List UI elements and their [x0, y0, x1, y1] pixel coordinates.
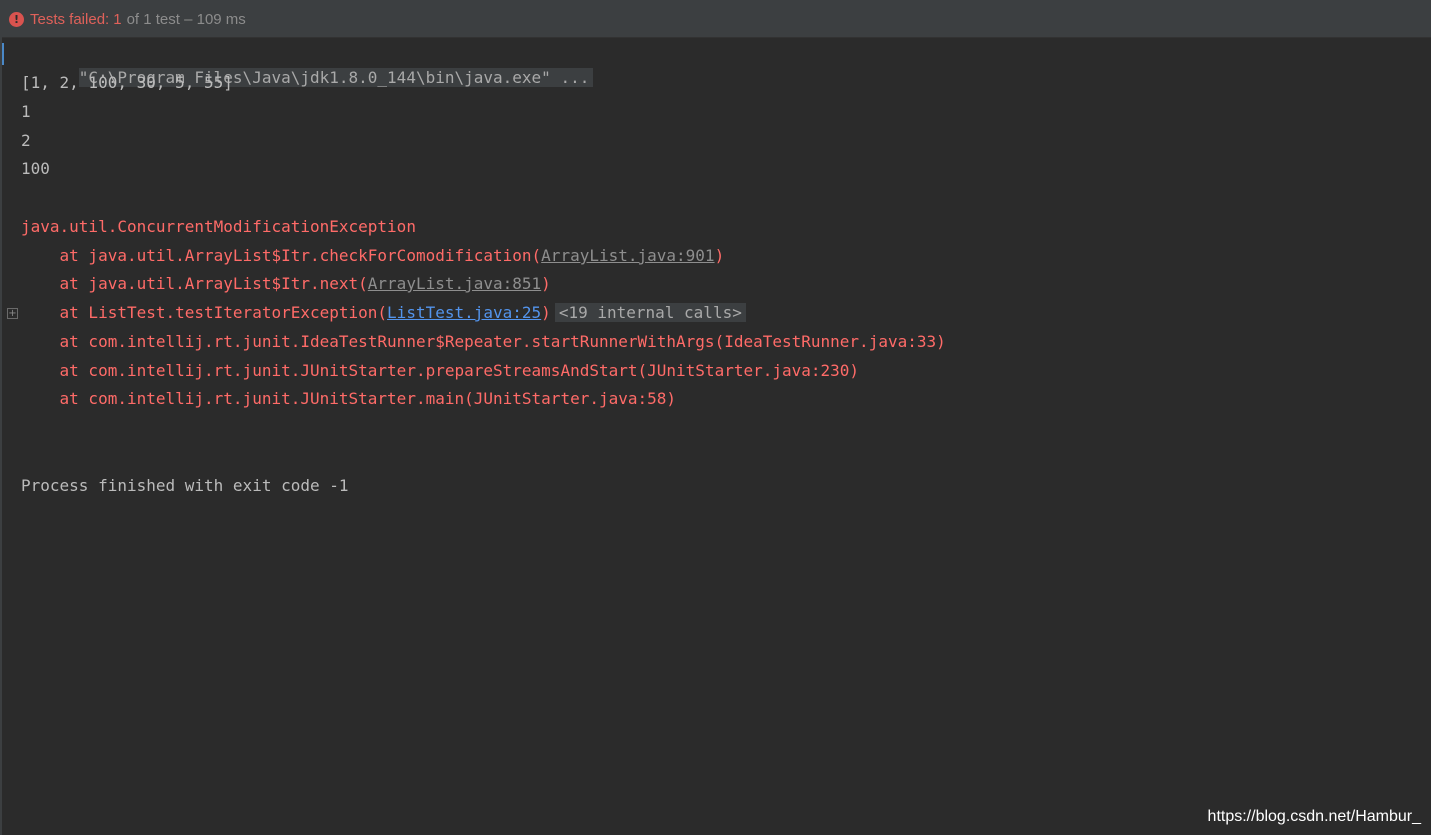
- trace-text: at ListTest.testIteratorException(: [21, 303, 388, 322]
- expand-fold-icon[interactable]: +: [7, 308, 18, 319]
- command-line[interactable]: "C:\Program Files\Java\jdk1.8.0_144\bin\…: [21, 42, 594, 87]
- source-link[interactable]: ArrayList.java:851: [368, 274, 541, 293]
- trace-text: ): [541, 303, 551, 322]
- console-output[interactable]: "C:\Program Files\Java\jdk1.8.0_144\bin\…: [2, 39, 1431, 835]
- internal-calls-fold[interactable]: <19 internal calls>: [554, 303, 746, 322]
- stack-trace-line: at com.intellij.rt.junit.JUnitStarter.pr…: [21, 361, 860, 380]
- watermark: https://blog.csdn.net/Hambur_: [1207, 808, 1421, 825]
- trace-text: ): [714, 246, 725, 265]
- status-summary: of 1 test – 109 ms: [126, 11, 246, 28]
- output-line: 100: [21, 159, 50, 178]
- source-link[interactable]: ListTest.java:25: [387, 303, 541, 322]
- output-line: 1: [21, 102, 31, 121]
- output-line: [1, 2, 100, 30, 5, 55]: [21, 73, 233, 92]
- trace-text: ): [541, 274, 551, 293]
- status-label: Tests failed:: [30, 11, 110, 28]
- exception-line: java.util.ConcurrentModificationExceptio…: [21, 217, 416, 236]
- stack-trace-line: at java.util.ArrayList$Itr.checkForComod…: [21, 244, 725, 268]
- test-status-bar: ! Tests failed: 1 of 1 test – 109 ms: [2, 2, 1431, 38]
- command-line-marker: [2, 43, 4, 65]
- error-icon: !: [9, 12, 24, 27]
- source-link[interactable]: ArrayList.java:901: [541, 246, 714, 265]
- output-line: 2: [21, 131, 31, 150]
- failed-count: 1: [113, 11, 122, 28]
- stack-trace-line: at com.intellij.rt.junit.IdeaTestRunner$…: [21, 332, 946, 351]
- trace-text: at java.util.ArrayList$Itr.next(: [21, 274, 368, 293]
- trace-text: at java.util.ArrayList$Itr.checkForComod…: [21, 246, 542, 265]
- stack-trace-line: at ListTest.testIteratorException(ListTe…: [21, 301, 746, 325]
- stack-trace-line: at com.intellij.rt.junit.JUnitStarter.ma…: [21, 389, 677, 408]
- exit-message: Process finished with exit code -1: [21, 476, 349, 495]
- run-tool-window: ! Tests failed: 1 of 1 test – 109 ms "C:…: [0, 0, 1431, 835]
- stack-trace-line: at java.util.ArrayList$Itr.next(ArrayLis…: [21, 272, 551, 296]
